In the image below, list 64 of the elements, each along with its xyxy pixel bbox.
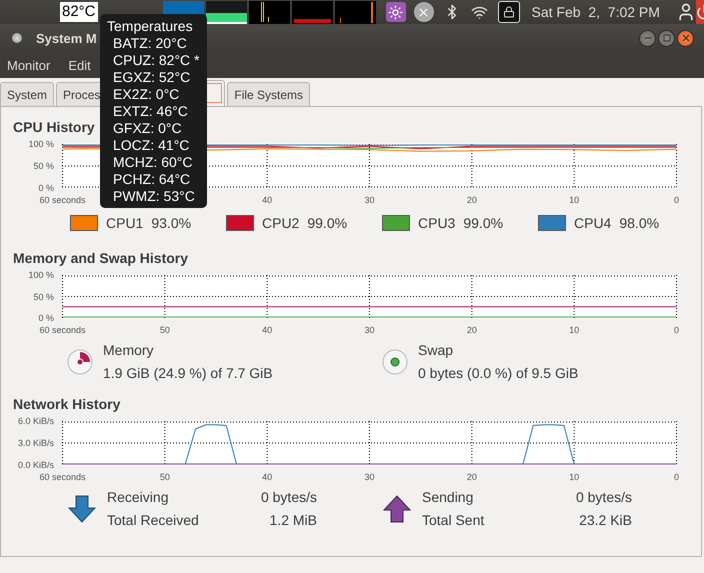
legend-label: CPU4 (574, 215, 612, 231)
axis-tick-label: 10 (569, 324, 580, 336)
legend-label: CPU1 (106, 215, 144, 231)
axis-tick-label: 0.0 KiB/s (18, 459, 54, 471)
axis-tick-label: 0 (674, 194, 679, 206)
axis-tick-label: 20 (466, 324, 477, 336)
axis-tick-label: 100 % (28, 138, 54, 150)
axis-tick-label: 30 (364, 471, 374, 483)
tooltip-line: EX2Z: 0°C (113, 86, 180, 103)
legend-label: CPU3 (418, 215, 456, 231)
section-title: CPU History (13, 119, 95, 136)
tooltip-line: LOCZ: 41°C (113, 137, 190, 154)
axis-tick-label: 10 (569, 471, 580, 483)
stat-value: 0 bytes/s (576, 489, 632, 506)
axis-tick-label: 20 (466, 471, 477, 483)
tooltip-line: BATZ: 20°C (113, 35, 187, 52)
tooltip-line: MCHZ: 60°C (113, 154, 192, 171)
axis-tick-label: 40 (262, 471, 272, 483)
legend-value: 99.0% (307, 215, 348, 231)
axis-tick-label: 30 (364, 194, 374, 206)
stat-value: 23.2 KiB (578, 512, 632, 529)
axis-tick-label: 0 % (38, 312, 54, 324)
axis-tick-label: 50 (160, 324, 170, 336)
axis-tick-label: 3.0 KiB/s (18, 437, 54, 449)
tooltip-line: PWMZ: 53°C (113, 188, 195, 205)
axis-tick-label: 0 (674, 324, 679, 336)
stat-label: Total Sent (422, 512, 486, 529)
tooltip-line: CPUZ: 82°C * (113, 52, 200, 69)
axis-tick-label: 10 (569, 194, 580, 206)
legend-label: CPU2 (262, 215, 300, 231)
axis-tick-label: 50 % (33, 290, 54, 302)
axis-tick-label: 50 % (33, 160, 54, 172)
stat-label: Total Received (107, 512, 200, 529)
axis-tick-label: 60 seconds (39, 324, 86, 336)
stat-label: Sending (422, 489, 474, 506)
stat-label: Receiving (107, 489, 170, 506)
axis-tick-label: 30 (364, 324, 374, 336)
axis-tick-label: 6.0 KiB/s (18, 415, 54, 427)
section-title: Memory and Swap History (13, 250, 188, 267)
axis-tick-label: 60 seconds (39, 471, 86, 483)
axis-tick-label: 40 (262, 324, 272, 336)
tooltip-line: EGXZ: 52°C (113, 69, 190, 86)
stat-label: Swap (418, 342, 454, 359)
legend-value: 93.0% (151, 215, 192, 231)
tooltip-line: GFXZ: 0°C (113, 120, 182, 137)
stat-value: 1.2 MiB (268, 512, 317, 529)
tooltip-title: Temperatures (107, 18, 193, 35)
stat-value: 0 bytes (0.0 %) of 9.5 GiB (418, 365, 580, 382)
axis-tick-label: 50 (160, 471, 170, 483)
window-title: System M (36, 30, 97, 46)
legend-value: 98.0% (619, 215, 660, 231)
tooltip-line: PCHZ: 64°C (113, 171, 190, 188)
legend-value: 99.0% (463, 215, 504, 231)
axis-tick-label: 40 (262, 194, 272, 206)
stat-label: Memory (103, 342, 155, 359)
axis-tick-label: 60 seconds (39, 194, 86, 206)
axis-tick-label: 0 (674, 471, 679, 483)
tooltip-line: EXTZ: 46°C (113, 103, 188, 120)
axis-tick-label: 20 (466, 194, 477, 206)
stat-value: 1.9 GiB (24.9 %) of 7.7 GiB (103, 365, 274, 382)
stat-value: 0 bytes/s (260, 489, 317, 506)
axis-tick-label: 0 % (38, 182, 54, 194)
axis-tick-label: 100 % (28, 269, 54, 281)
section-title: Network History (13, 396, 120, 413)
